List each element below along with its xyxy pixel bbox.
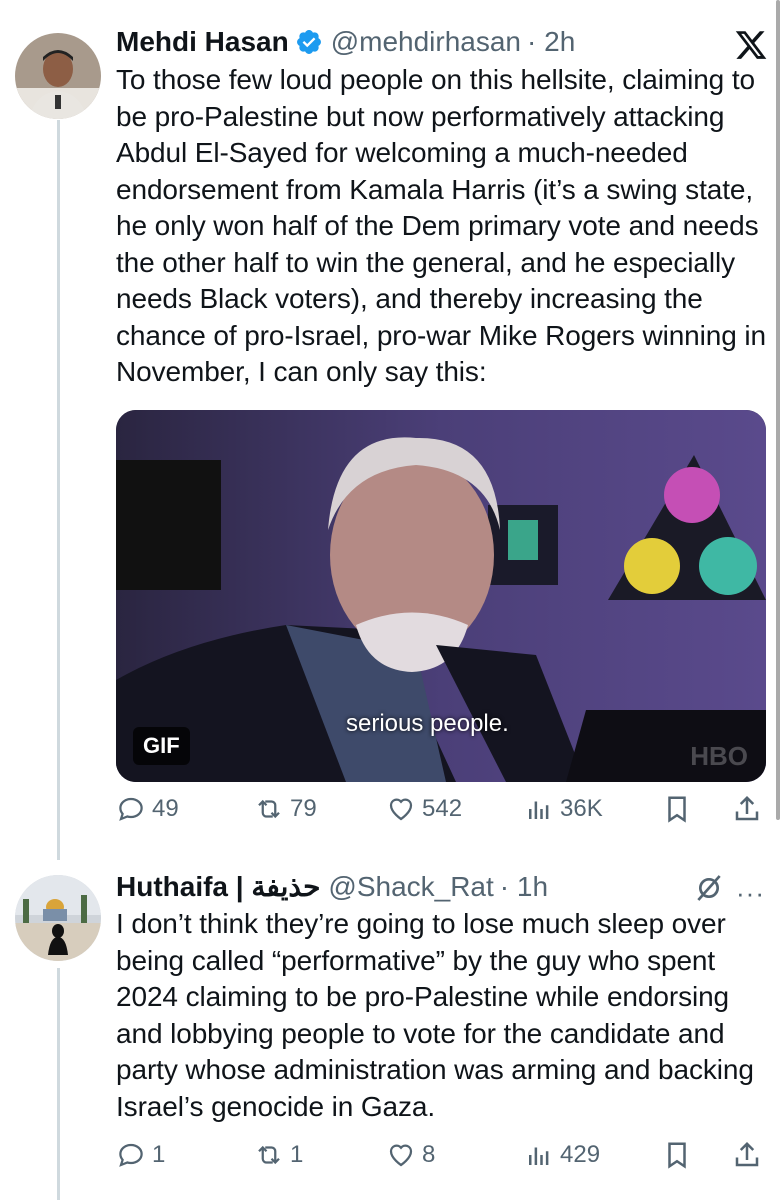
repost-button[interactable]: 79 <box>254 794 317 824</box>
like-count: 542 <box>422 795 463 822</box>
reply-icon <box>119 797 143 821</box>
tweet-time[interactable]: · 2h <box>527 26 575 58</box>
views-button[interactable]: 429 <box>524 1140 600 1170</box>
bookmark-icon <box>668 1142 686 1169</box>
reply-button[interactable]: 49 <box>116 794 179 824</box>
avatar[interactable] <box>15 875 101 961</box>
share-button[interactable] <box>732 794 762 824</box>
tweet-text: I don’t think they’re going to lose much… <box>116 908 754 1122</box>
thread-line <box>57 120 60 860</box>
like-button[interactable]: 542 <box>386 794 462 824</box>
author-handle[interactable]: @mehdirhasan <box>331 26 521 58</box>
bookmark-button[interactable] <box>662 1140 692 1170</box>
author-name[interactable]: Huthaifa | حذيفة <box>116 870 320 903</box>
like-button[interactable]: 8 <box>386 1140 435 1170</box>
reply-button[interactable]: 1 <box>116 1140 165 1170</box>
repost-icon <box>258 1145 280 1165</box>
views-button[interactable]: 36K <box>524 794 603 824</box>
views-chart-icon <box>529 801 549 819</box>
repost-button[interactable]: 1 <box>254 1140 303 1170</box>
reply-count: 49 <box>152 795 179 822</box>
heart-icon <box>389 1144 413 1167</box>
tweet-header: Huthaifa | حذيفة @Shack_Rat · 1h <box>116 870 548 903</box>
repost-icon <box>258 799 280 819</box>
gif-media[interactable]: serious people. HBO GIF <box>116 410 766 782</box>
hbo-watermark: HBO <box>690 741 748 771</box>
share-icon <box>735 795 759 821</box>
tweet-text: To those few loud people on this hellsit… <box>116 64 766 387</box>
grok-icon[interactable] <box>693 872 725 904</box>
tweet-actions: 1 1 8 429 <box>116 1140 776 1180</box>
bookmark-icon <box>668 796 686 823</box>
author-name[interactable]: Mehdi Hasan <box>116 26 289 58</box>
author-handle[interactable]: @Shack_Rat <box>328 871 493 903</box>
gif-subtitle: serious people. <box>346 710 509 737</box>
repost-count: 1 <box>290 1141 304 1168</box>
verified-badge-icon <box>295 28 323 56</box>
share-icon <box>735 1141 759 1167</box>
bookmark-button[interactable] <box>662 794 692 824</box>
share-button[interactable] <box>732 1140 762 1170</box>
views-count: 36K <box>560 795 603 822</box>
more-options-button[interactable]: ··· <box>736 878 765 909</box>
views-chart-icon <box>529 1147 549 1165</box>
x-logo-icon <box>734 28 768 62</box>
tweet-header: Mehdi Hasan @mehdirhasan · 2h <box>116 26 575 58</box>
avatar[interactable] <box>15 33 101 119</box>
tweet-actions: 49 79 542 36K <box>116 794 776 834</box>
like-count: 8 <box>422 1141 436 1168</box>
thread-line <box>57 968 60 1200</box>
repost-count: 79 <box>290 795 317 822</box>
tweet-time[interactable]: · 1h <box>500 871 548 903</box>
heart-icon <box>389 798 413 821</box>
scrollbar[interactable] <box>776 0 780 820</box>
views-count: 429 <box>560 1141 601 1168</box>
reply-icon <box>119 1143 143 1167</box>
reply-count: 1 <box>152 1141 166 1168</box>
gif-badge: GIF <box>133 727 190 765</box>
